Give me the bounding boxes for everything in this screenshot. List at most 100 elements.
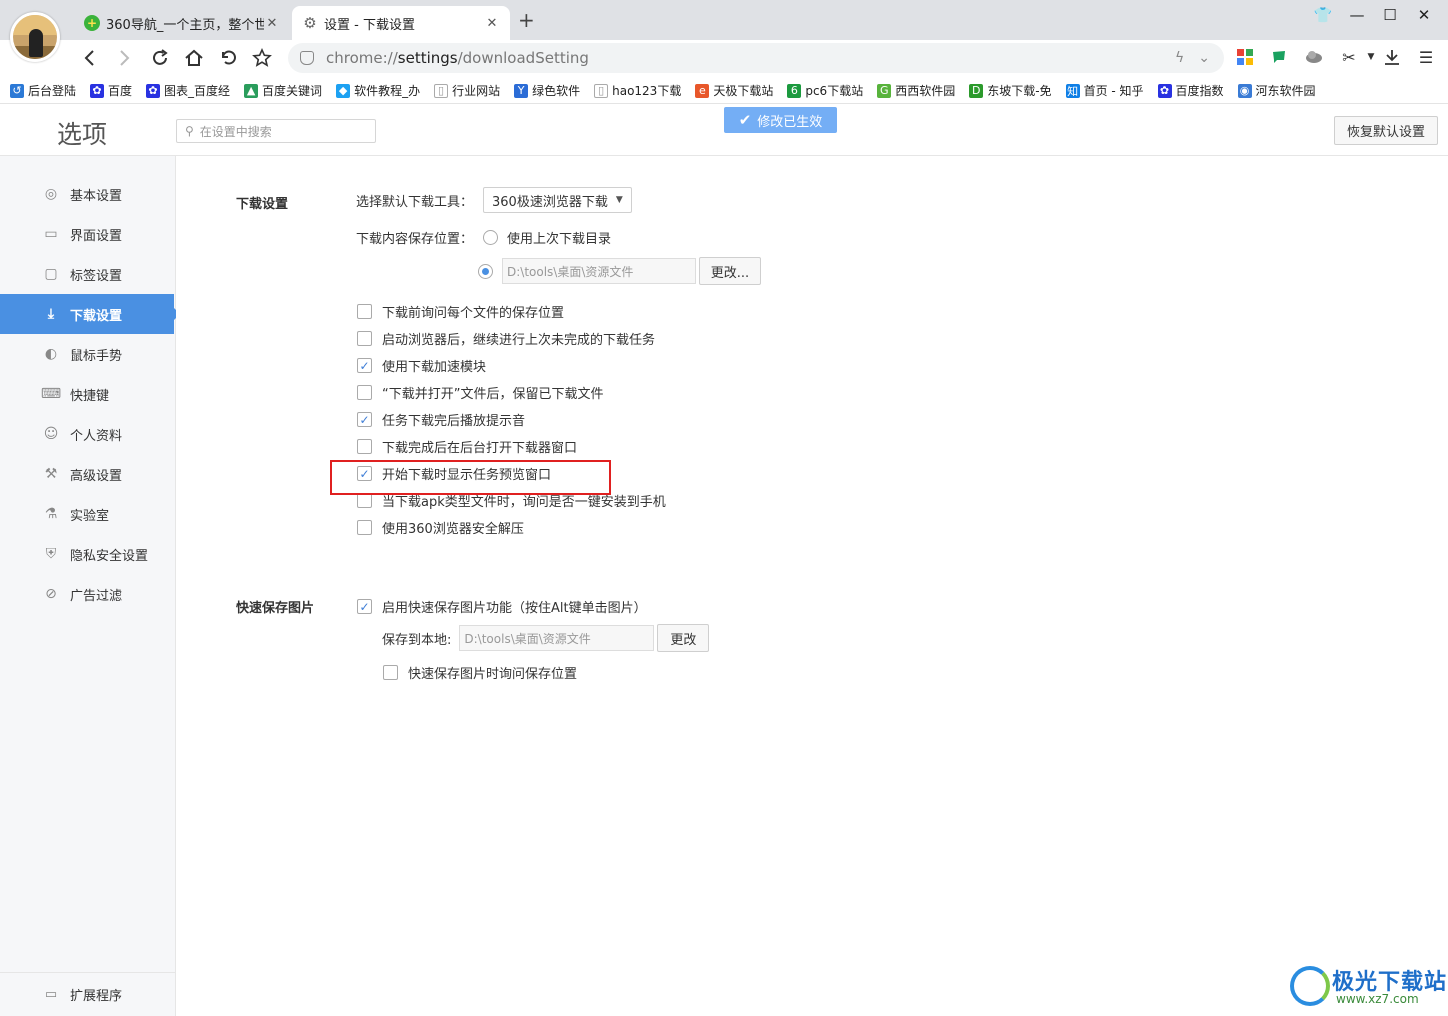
bookmark-item[interactable]: ✿ 图表_百度经 <box>146 82 230 99</box>
sidebar-item[interactable]: ◐ 鼠标手势 <box>0 334 176 374</box>
bookmark-star-button[interactable] <box>248 44 276 72</box>
option-checkbox[interactable] <box>357 439 372 454</box>
tab-icon: ▢ <box>44 266 58 282</box>
lightning-icon[interactable]: ϟ <box>1175 50 1184 66</box>
download-option[interactable]: ✓ 使用下载加速模块 <box>357 356 486 375</box>
green-soft-icon: Y <box>514 83 529 98</box>
bookmark-item[interactable]: Y 绿色软件 <box>514 82 580 99</box>
option-checkbox[interactable] <box>357 493 372 508</box>
option-checkbox[interactable]: ✓ <box>357 412 372 427</box>
apps-icon[interactable] <box>1234 46 1256 68</box>
download-option[interactable]: 启动浏览器后，继续进行上次未完成的下载任务 <box>357 329 655 348</box>
chevron-down-icon[interactable]: ▼ <box>1360 46 1382 68</box>
home-button[interactable] <box>180 44 208 72</box>
download-option[interactable]: 下载前询问每个文件的保存位置 <box>357 302 564 321</box>
download-icon[interactable] <box>1381 46 1403 68</box>
toolbar: chrome://settings/downloadSetting ϟ ⌄ ✂ … <box>0 40 1448 76</box>
download-option[interactable]: “下载并打开”文件后，保留已下载文件 <box>357 383 603 402</box>
forward-arrow-icon <box>120 50 130 66</box>
forward-button[interactable] <box>110 44 138 72</box>
radio-custom-dir[interactable] <box>478 263 493 279</box>
save-to-label: 保存到本地: <box>382 632 452 648</box>
quick-save-change-button[interactable]: 更改 <box>657 624 710 652</box>
extension-cloud-icon[interactable] <box>1303 46 1325 68</box>
chevron-down-icon[interactable]: ⌄ <box>1198 50 1210 66</box>
bookmark-item[interactable]: ✿ 百度指数 <box>1157 82 1224 99</box>
mouse-icon: ◐ <box>44 346 58 362</box>
quick-save-enable-row[interactable]: ✓ 启用快速保存图片功能（按住Alt键单击图片） <box>357 597 647 616</box>
sidebar-item[interactable]: ⌨ 快捷键 <box>0 374 176 414</box>
bookmark-item[interactable]: ▯ 行业网站 <box>434 82 500 99</box>
sidebar-item[interactable]: ☺ 个人资料 <box>0 414 176 454</box>
sidebar-item[interactable]: ▭ 界面设置 <box>0 214 176 254</box>
sidebar-item[interactable]: ▢ 标签设置 <box>0 254 176 294</box>
change-path-button[interactable]: 更改... <box>699 257 761 285</box>
quick-save-ask-checkbox[interactable] <box>383 665 398 680</box>
close-icon[interactable]: ✕ <box>264 16 280 31</box>
option-label: 下载完成后在后台打开下载器窗口 <box>382 441 578 456</box>
bookmark-item[interactable]: ↺ 后台登陆 <box>10 82 76 99</box>
option-checkbox[interactable] <box>357 520 372 535</box>
bookmark-item[interactable]: e 天极下载站 <box>695 82 773 99</box>
radio-last-dir-label: 使用上次下载目录 <box>507 232 612 247</box>
message-icon[interactable] <box>1268 46 1290 68</box>
radio-last-dir[interactable] <box>483 230 499 245</box>
quick-save-enable-label: 启用快速保存图片功能（按住Alt键单击图片） <box>382 601 647 616</box>
reload-button[interactable] <box>146 44 174 72</box>
search-input[interactable]: ⚲ 在设置中搜索 <box>176 119 376 143</box>
360-nav-icon: + <box>84 15 100 31</box>
bookmark-item[interactable]: ◉ 河东软件园 <box>1237 82 1316 99</box>
new-tab-button[interactable]: + <box>518 8 535 32</box>
url-text[interactable]: chrome://settings/downloadSetting <box>326 49 1175 67</box>
option-checkbox[interactable] <box>357 331 372 346</box>
sidebar-item-label: 扩展程序 <box>70 989 123 1004</box>
dongpo-icon: D <box>969 83 984 98</box>
bookmark-item[interactable]: ✿ 百度 <box>90 82 132 99</box>
undo-icon <box>222 50 236 65</box>
sidebar-item[interactable]: ⚒ 高级设置 <box>0 454 176 494</box>
bookmark-item[interactable]: ▲ 百度关键词 <box>244 82 322 99</box>
avatar[interactable] <box>10 12 60 62</box>
option-checkbox[interactable]: ✓ <box>357 358 372 373</box>
sidebar-item[interactable]: ⊘ 广告过滤 <box>0 574 176 614</box>
scissors-icon[interactable]: ✂ <box>1338 46 1360 68</box>
back-button[interactable] <box>76 44 104 72</box>
skin-icon[interactable]: 👕 <box>1308 6 1338 24</box>
option-checkbox[interactable] <box>357 385 372 400</box>
download-option[interactable]: 下载完成后在后台打开下载器窗口 <box>357 437 577 456</box>
bookmark-item[interactable]: ◆ 软件教程_办 <box>336 82 420 99</box>
tab-settings[interactable]: ⚙ 设置 - 下载设置 ✕ <box>292 6 510 40</box>
sidebar-item[interactable]: ⚗ 实验室 <box>0 494 176 534</box>
close-icon[interactable]: ✕ <box>484 16 500 31</box>
quick-save-ask-row[interactable]: 快速保存图片时询问保存位置 <box>383 663 577 682</box>
undo-close-button[interactable] <box>214 44 242 72</box>
restore-defaults-button[interactable]: 恢复默认设置 <box>1334 116 1438 145</box>
option-label: 下载前询问每个文件的保存位置 <box>382 306 565 321</box>
download-option[interactable]: 使用360浏览器安全解压 <box>357 518 524 537</box>
sidebar-item-extensions[interactable]: ▭ 扩展程序 <box>0 972 176 1016</box>
quick-save-enable-checkbox[interactable]: ✓ <box>357 599 372 614</box>
download-path-field[interactable]: D:\tools\桌面\资源文件 <box>502 258 696 284</box>
maximize-button[interactable]: ☐ <box>1375 6 1405 24</box>
option-checkbox[interactable] <box>357 304 372 319</box>
sidebar-item-label: 高级设置 <box>70 468 123 484</box>
sidebar-item[interactable]: ⛨ 隐私安全设置 <box>0 534 176 574</box>
bookmark-item[interactable]: 知首页 - 知乎 <box>1065 82 1144 99</box>
block-icon: ⊘ <box>45 586 57 602</box>
bookmark-item[interactable]: ▯ hao123下载 <box>594 82 681 99</box>
download-option[interactable]: ✓ 任务下载完后播放提示音 <box>357 410 525 429</box>
bookmark-item[interactable]: 6 pc6下载站 <box>787 82 863 99</box>
minimize-button[interactable]: — <box>1342 6 1372 24</box>
menu-icon[interactable]: ☰ <box>1415 46 1437 68</box>
tab-360-nav[interactable]: + 360导航_一个主页，整个世界 ✕ <box>74 6 290 40</box>
sidebar-item[interactable]: ◎ 基本设置 <box>0 174 176 214</box>
address-bar[interactable]: chrome://settings/downloadSetting ϟ ⌄ <box>288 43 1224 73</box>
sidebar-item[interactable]: ⤓ 下载设置 <box>0 294 180 334</box>
saved-toast: ✔ 修改已生效 <box>724 107 837 133</box>
default-tool-select[interactable]: 360极速浏览器下载 ▼ <box>483 187 632 213</box>
quick-save-path-field[interactable]: D:\tools\桌面\资源文件 <box>459 625 655 651</box>
bookmark-item[interactable]: D 东坡下载-免 <box>969 82 1052 99</box>
bookmark-item[interactable]: G 西西软件园 <box>877 82 955 99</box>
highlight-box <box>330 460 611 495</box>
window-close-button[interactable]: ✕ <box>1409 6 1439 24</box>
